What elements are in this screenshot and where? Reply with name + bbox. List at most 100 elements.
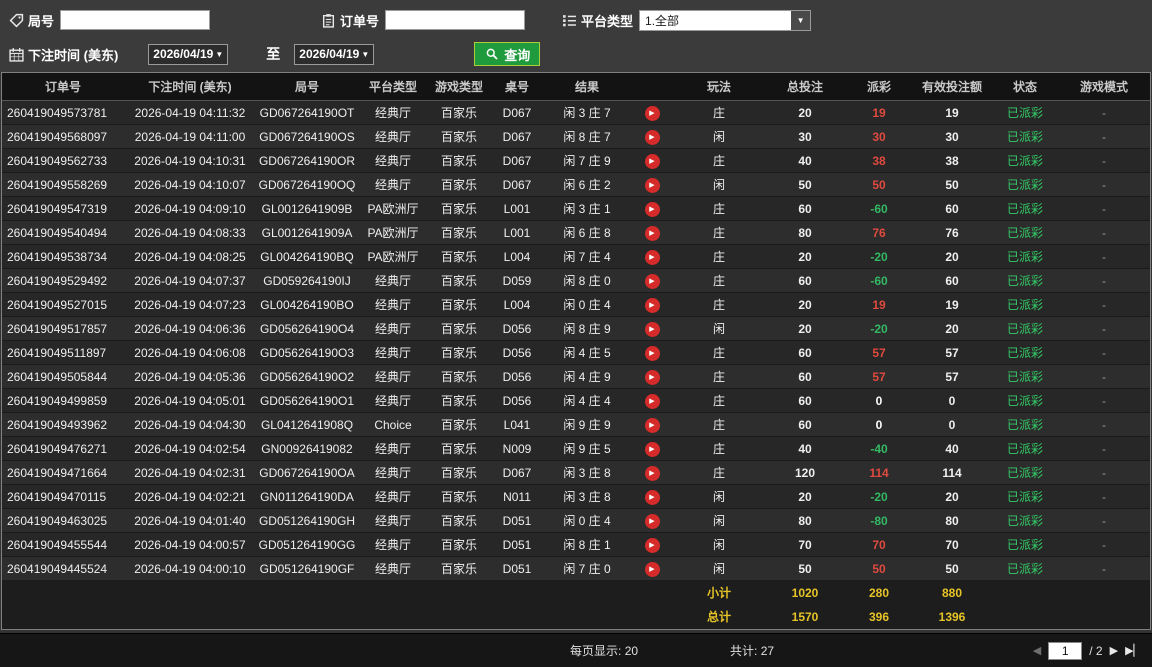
cell-payout: -80 <box>870 513 888 528</box>
date-from-picker[interactable]: 2026/04/19 ▼ <box>148 43 229 65</box>
search-button[interactable]: 查询 <box>474 42 541 66</box>
cell-side: 闲 <box>712 514 725 528</box>
date-to-picker[interactable]: 2026/04/19 ▼ <box>294 43 375 65</box>
cell-play: ▶ <box>630 152 674 169</box>
cell-play: ▶ <box>630 128 674 145</box>
cell-mode: - <box>1102 249 1106 264</box>
page-separator: / <box>1089 643 1093 658</box>
cell-payout: -20 <box>870 489 888 504</box>
play-icon[interactable]: ▶ <box>644 417 660 433</box>
toolbar-row-1: 局号 订单号 平台类型 1.全部 ▼ <box>8 6 1144 34</box>
cell-platform: 经典厅 <box>374 562 411 576</box>
cell-mode: - <box>1102 273 1106 288</box>
play-icon[interactable]: ▶ <box>644 369 660 385</box>
cell-side: 庄 <box>712 106 725 120</box>
cell-result: 闲 0 庄 4 <box>563 298 611 312</box>
cell-mode: - <box>1102 441 1106 456</box>
play-icon[interactable]: ▶ <box>644 537 660 553</box>
cell-order: 260419049547319 <box>7 201 108 216</box>
play-icon[interactable]: ▶ <box>644 489 660 505</box>
cell-time: 2026-04-19 04:08:33 <box>134 225 246 240</box>
column-header: 游戏类型 <box>434 80 483 94</box>
table-row: 260419049471664 2026-04-19 04:02:31 GD0672… <box>2 461 1150 485</box>
cell-result: 闲 3 庄 7 <box>563 106 611 120</box>
cell-status: 已派彩 <box>1006 178 1043 192</box>
cell-payout: 50 <box>872 561 886 576</box>
cell-game: 百家乐 <box>440 346 477 360</box>
play-icon[interactable]: ▶ <box>644 177 660 193</box>
play-icon[interactable]: ▶ <box>644 393 660 409</box>
page-count: / 2 <box>1089 644 1102 658</box>
cell-status: 已派彩 <box>1006 274 1043 288</box>
cell-result: 闲 3 庄 8 <box>563 490 611 504</box>
page-number-input[interactable] <box>1048 641 1083 660</box>
cell-order: 260419049573781 <box>7 105 108 120</box>
play-icon[interactable]: ▶ <box>644 465 660 481</box>
play-icon[interactable]: ▶ <box>644 561 660 577</box>
play-icon[interactable]: ▶ <box>644 129 660 145</box>
play-icon[interactable]: ▶ <box>644 513 660 529</box>
cell-valid: 30 <box>945 129 959 144</box>
cell-play: ▶ <box>630 536 674 553</box>
last-page-icon[interactable]: ▶▏ <box>1125 644 1142 657</box>
cell-time: 2026-04-19 04:11:00 <box>134 129 246 144</box>
cell-platform: PA欧洲厅 <box>367 250 419 264</box>
table-row: 260419049529492 2026-04-19 04:07:37 GD0592… <box>2 269 1150 293</box>
play-icon[interactable]: ▶ <box>644 201 660 217</box>
prev-page-icon[interactable]: ◀ <box>1033 644 1041 657</box>
cell-result: 闲 7 庄 9 <box>563 154 611 168</box>
round-number-input[interactable] <box>60 10 211 30</box>
cell-round: GD051264190GF <box>259 561 355 576</box>
cell-result: 闲 7 庄 0 <box>563 562 611 576</box>
subtotal-payout: 280 <box>868 585 890 600</box>
play-icon[interactable]: ▶ <box>644 153 660 169</box>
cell-mode: - <box>1102 201 1106 216</box>
cell-game: 百家乐 <box>440 178 477 192</box>
play-icon[interactable]: ▶ <box>644 225 660 241</box>
cell-side: 闲 <box>712 178 725 192</box>
cell-play: ▶ <box>630 200 674 217</box>
cell-result: 闲 8 庄 9 <box>563 322 611 336</box>
cell-bet: 40 <box>798 441 812 456</box>
cell-side: 闲 <box>712 490 725 504</box>
play-icon[interactable]: ▶ <box>644 441 660 457</box>
cell-round: GL0412641908Q <box>260 417 354 432</box>
subtotal-total-bet: 1020 <box>791 585 819 600</box>
cell-mode: - <box>1102 153 1106 168</box>
chevron-down-icon: ▼ <box>215 49 224 59</box>
table-row: 260419049573781 2026-04-19 04:11:32 GD0672… <box>2 101 1150 125</box>
cell-side: 庄 <box>712 370 725 384</box>
total-payout: 396 <box>868 609 890 624</box>
cell-valid: 76 <box>945 225 959 240</box>
play-icon[interactable]: ▶ <box>644 297 660 313</box>
platform-select[interactable]: 1.全部 ▼ <box>639 9 812 31</box>
cell-side: 庄 <box>712 442 725 456</box>
play-icon[interactable]: ▶ <box>644 273 660 289</box>
column-header: 游戏模式 <box>1079 80 1128 94</box>
cell-bet: 20 <box>798 105 812 120</box>
order-number-input[interactable] <box>385 10 526 30</box>
next-page-icon[interactable]: ▶ <box>1110 644 1118 657</box>
play-icon[interactable]: ▶ <box>644 249 660 265</box>
cell-table: D056 <box>502 321 532 336</box>
play-icon[interactable]: ▶ <box>644 321 660 337</box>
cell-result: 闲 8 庄 1 <box>563 538 611 552</box>
cell-order: 260419049445524 <box>7 561 108 576</box>
cell-status: 已派彩 <box>1006 250 1043 264</box>
cell-round: GD067264190OS <box>259 129 355 144</box>
cell-payout: 30 <box>872 129 886 144</box>
cell-mode: - <box>1102 561 1106 576</box>
cell-side: 庄 <box>712 154 725 168</box>
cell-platform: PA欧洲厅 <box>367 226 419 240</box>
play-icon[interactable]: ▶ <box>644 105 660 121</box>
cell-status: 已派彩 <box>1006 514 1043 528</box>
cell-play: ▶ <box>630 104 674 121</box>
play-icon[interactable]: ▶ <box>644 345 660 361</box>
cell-status: 已派彩 <box>1006 154 1043 168</box>
cell-side: 闲 <box>712 322 725 336</box>
cell-valid: 50 <box>945 561 959 576</box>
cell-game: 百家乐 <box>440 250 477 264</box>
cell-time: 2026-04-19 04:10:31 <box>134 153 246 168</box>
cell-order: 260419049471664 <box>7 465 108 480</box>
cell-round: GL004264190BO <box>260 297 354 312</box>
